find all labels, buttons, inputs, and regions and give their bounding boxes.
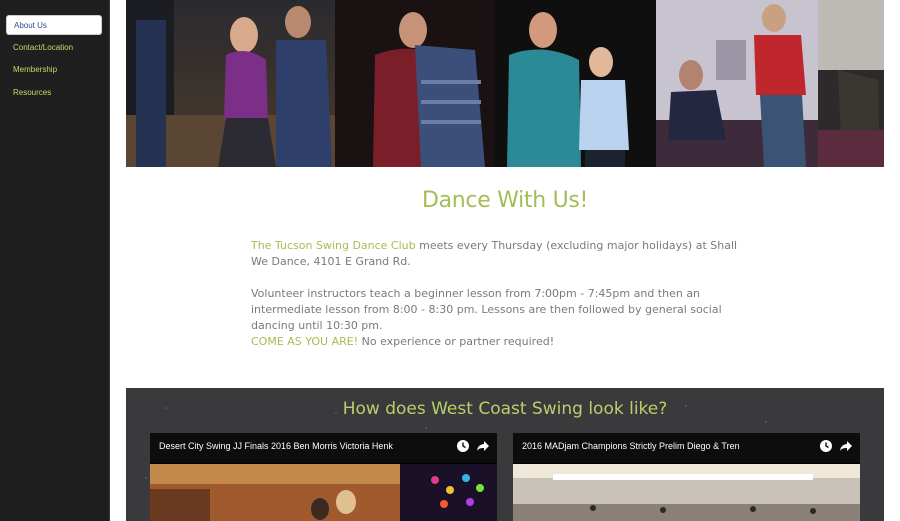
sidebar-item-membership[interactable]: Membership [6, 60, 102, 80]
welcome-paragraph: COME AS YOU ARE! No experience or partne… [251, 334, 756, 350]
video-title-bar: 2016 MADjam Champions Strictly Prelim Di… [513, 433, 860, 463]
video-title[interactable]: Desert City Swing JJ Finals 2016 Ben Mor… [159, 433, 393, 459]
hero-photo-1 [126, 0, 335, 167]
club-link[interactable]: The Tucson Swing Dance Club [251, 239, 416, 252]
hero-photo-2 [335, 0, 495, 167]
video-embed-2[interactable]: 2016 MADjam Champions Strictly Prelim Di… [513, 433, 860, 521]
video-embed-1[interactable]: Desert City Swing JJ Finals 2016 Ben Mor… [150, 433, 497, 521]
sidebar: About Us Contact/Location Membership Res… [0, 0, 110, 521]
share-icon[interactable] [839, 439, 853, 453]
video-section: How does West Coast Swing look like? Des… [126, 388, 884, 521]
video-thumbnail-1[interactable] [150, 464, 497, 521]
hero-photo-strip [126, 0, 884, 167]
sidebar-item-resources[interactable]: Resources [6, 83, 102, 103]
welcome-text: No experience or partner required! [358, 335, 555, 348]
video-title-bar: Desert City Swing JJ Finals 2016 Ben Mor… [150, 433, 497, 463]
video-section-title: How does West Coast Swing look like? [342, 399, 668, 419]
sidebar-item-about-us[interactable]: About Us [6, 15, 102, 35]
hero-photo-4 [656, 0, 818, 167]
sidebar-item-contact-location[interactable]: Contact/Location [6, 38, 102, 58]
intro-paragraph: The Tucson Swing Dance Club meets every … [251, 238, 756, 270]
page-title: Dance With Us! [421, 188, 589, 213]
lessons-paragraph: Volunteer instructors teach a beginner l… [251, 287, 722, 332]
clock-icon[interactable] [456, 439, 470, 453]
hero-photo-3 [495, 0, 656, 167]
welcome-highlight: COME AS YOU ARE! [251, 335, 359, 348]
share-icon[interactable] [476, 439, 490, 453]
video-thumbnail-2[interactable] [513, 464, 860, 521]
clock-icon[interactable] [819, 439, 833, 453]
video-title[interactable]: 2016 MADjam Champions Strictly Prelim Di… [522, 433, 740, 459]
hero-photo-5 [818, 0, 884, 167]
